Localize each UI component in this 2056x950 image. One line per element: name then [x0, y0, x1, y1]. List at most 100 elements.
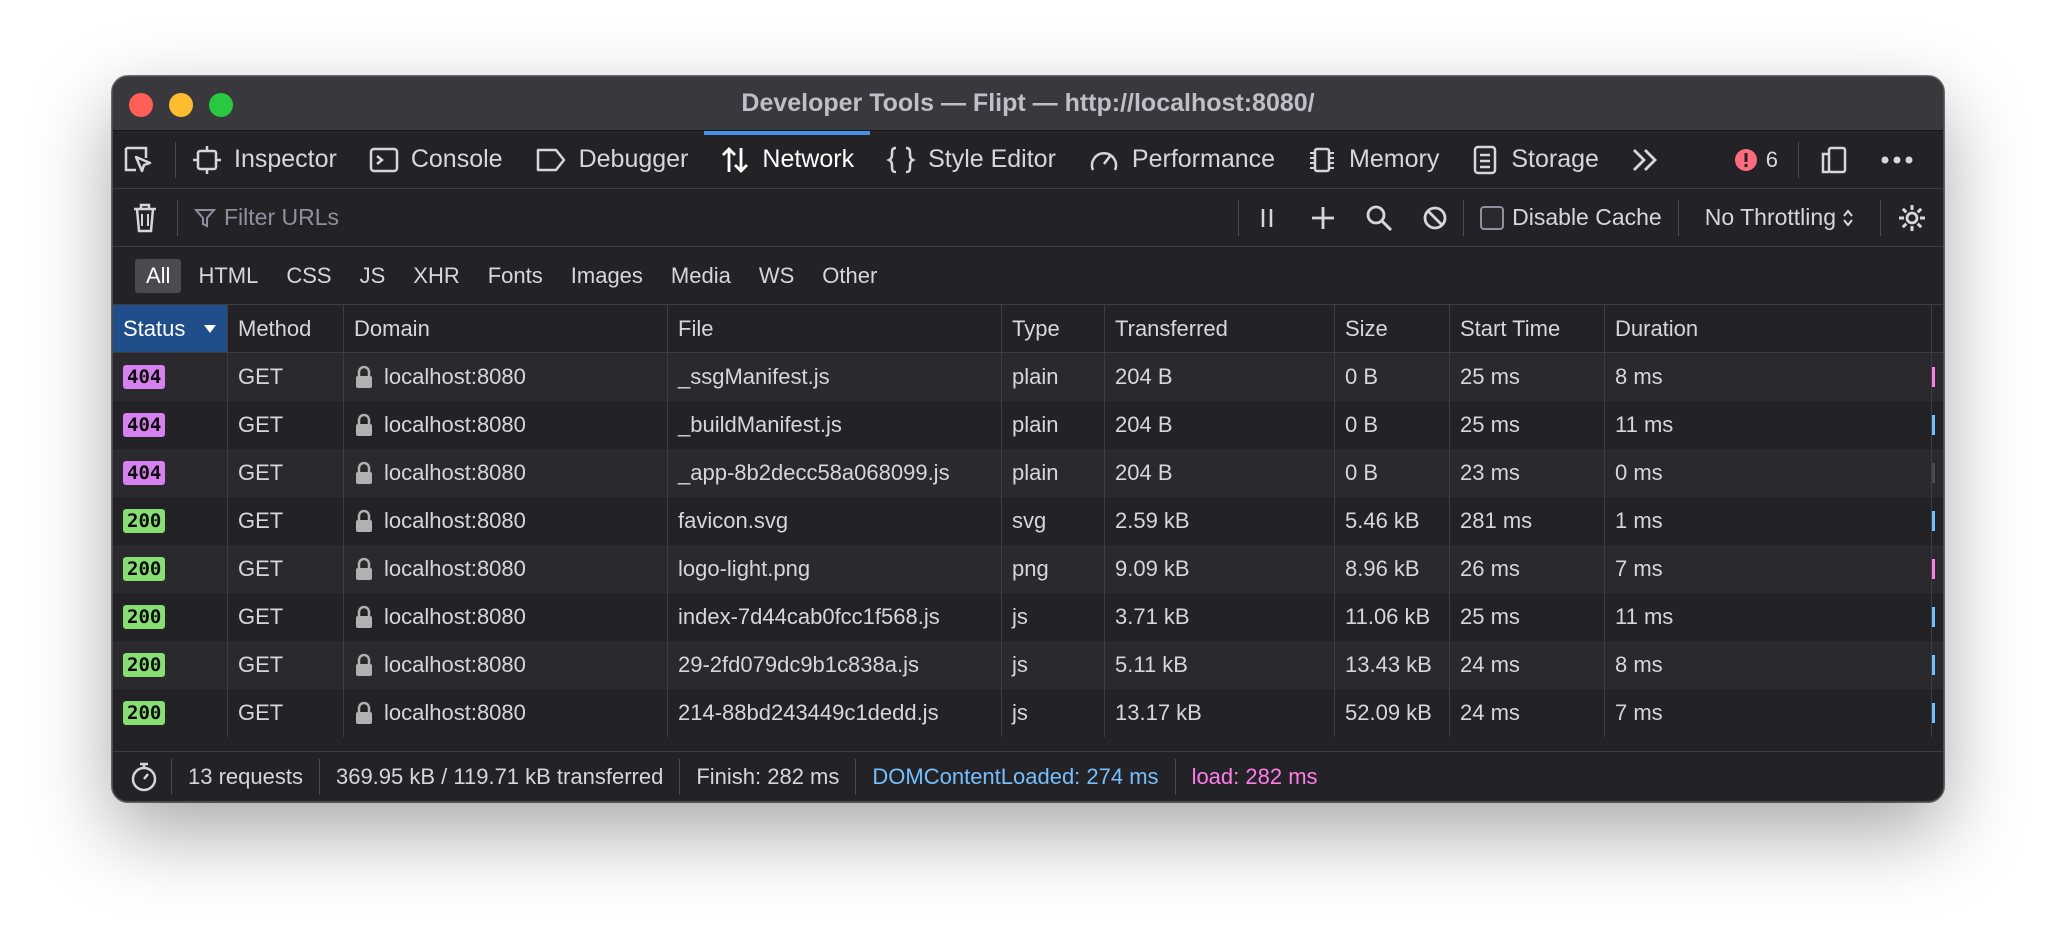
- tab-debugger[interactable]: Debugger: [519, 131, 705, 189]
- cell-domain: localhost:8080: [344, 689, 668, 737]
- traffic-lights: [129, 93, 233, 117]
- type-filter-fonts[interactable]: Fonts: [477, 259, 554, 293]
- domain-text: localhost:8080: [384, 460, 526, 485]
- cell-size: 0 B: [1335, 401, 1450, 449]
- block-requests-button[interactable]: [1407, 189, 1463, 247]
- table-row[interactable]: 200 GET localhost:8080 logo-light.png png 9.0…: [113, 545, 1943, 593]
- tab-performance[interactable]: Performance: [1072, 131, 1291, 189]
- cell-method: GET: [228, 545, 344, 593]
- cell-transferred: 5.11 kB: [1105, 641, 1335, 689]
- cell-status: 200: [113, 689, 228, 737]
- cell-method: GET: [228, 641, 344, 689]
- cell-transferred: 3.71 kB: [1105, 593, 1335, 641]
- table-row[interactable]: 200 GET localhost:8080 29-2fd079dc9b1c838a.…: [113, 641, 1943, 689]
- close-window-button[interactable]: [129, 93, 153, 117]
- type-filter-css[interactable]: CSS: [275, 259, 342, 293]
- cell-transferred: 204 B: [1105, 449, 1335, 497]
- cell-status: 200: [113, 545, 228, 593]
- type-filter-js[interactable]: JS: [349, 259, 397, 293]
- minimize-window-button[interactable]: [169, 93, 193, 117]
- cell-size: 0 B: [1335, 353, 1450, 401]
- tab-style-editor[interactable]: Style Editor: [870, 131, 1072, 189]
- cell-status: 404: [113, 353, 228, 401]
- cell-method: GET: [228, 449, 344, 497]
- network-status-bar: 13 requests 369.95 kB / 119.71 kB transf…: [113, 751, 1943, 801]
- throttling-value: No Throttling: [1704, 204, 1836, 230]
- column-header-domain[interactable]: Domain: [344, 305, 668, 352]
- waterfall-marker: [1932, 415, 1935, 435]
- table-row[interactable]: 200 GET localhost:8080 214-88bd243449c1dedd…: [113, 689, 1943, 737]
- element-picker-button[interactable]: [113, 131, 175, 189]
- search-button[interactable]: [1351, 189, 1407, 247]
- gear-icon: [1899, 204, 1925, 231]
- responsive-design-button[interactable]: [1799, 131, 1873, 189]
- disable-cache-toggle[interactable]: Disable Cache: [1464, 204, 1678, 231]
- window-title: Developer Tools — Flipt — http://localho…: [741, 89, 1315, 117]
- search-icon: [1366, 205, 1393, 231]
- table-row[interactable]: 200 GET localhost:8080 index-7d44cab0fcc1f5…: [113, 593, 1943, 641]
- cell-duration: 8 ms: [1605, 641, 1932, 689]
- type-filter-all[interactable]: All: [135, 258, 182, 293]
- table-row[interactable]: 200 GET localhost:8080 favicon.svg svg 2.59 k…: [113, 497, 1943, 545]
- tab-memory[interactable]: Memory: [1291, 131, 1455, 189]
- column-header-size[interactable]: Size: [1335, 305, 1450, 352]
- type-filter-images[interactable]: Images: [560, 259, 654, 293]
- load-time: load: 282 ms: [1191, 763, 1318, 789]
- table-row[interactable]: 404 GET localhost:8080 _app-8b2decc58a06809…: [113, 449, 1943, 497]
- block-icon: [1423, 206, 1447, 229]
- lock-icon: [356, 653, 372, 676]
- cell-start-time: 281 ms: [1450, 497, 1605, 545]
- table-row[interactable]: 404 GET localhost:8080 _ssgManifest.js plain…: [113, 353, 1943, 401]
- debugger-icon: [536, 148, 565, 171]
- cell-status: 200: [113, 593, 228, 641]
- column-header-duration[interactable]: Duration: [1605, 305, 1932, 352]
- more-tabs-button[interactable]: [1615, 131, 1687, 189]
- column-header-status[interactable]: Status: [113, 305, 228, 352]
- filter-urls-input[interactable]: Filter URLs: [178, 204, 1238, 231]
- cell-domain: localhost:8080: [344, 497, 668, 545]
- type-filter-media[interactable]: Media: [660, 259, 742, 293]
- memory-icon: [1310, 147, 1335, 172]
- lock-icon: [356, 413, 372, 436]
- column-header-start-time[interactable]: Start Time: [1450, 305, 1605, 352]
- disable-cache-checkbox[interactable]: [1480, 205, 1505, 230]
- storage-icon: [1474, 145, 1497, 174]
- finish-time: Finish: 282 ms: [680, 758, 857, 795]
- cell-file: index-7d44cab0fcc1f568.js: [668, 593, 1002, 641]
- cell-duration: 7 ms: [1605, 689, 1932, 737]
- type-filter-html[interactable]: HTML: [187, 259, 269, 293]
- tab-network[interactable]: Network: [704, 130, 870, 189]
- zoom-window-button[interactable]: [209, 93, 233, 117]
- cell-domain: localhost:8080: [344, 593, 668, 641]
- error-count-button[interactable]: 6: [1718, 131, 1798, 189]
- cell-method: GET: [228, 401, 344, 449]
- tab-storage[interactable]: Storage: [1455, 131, 1615, 189]
- lock-icon: [356, 557, 372, 580]
- throttling-select[interactable]: No Throttling: [1679, 204, 1880, 231]
- clear-requests-button[interactable]: [113, 189, 177, 247]
- cell-start-time: 26 ms: [1450, 545, 1605, 593]
- column-header-status-label: Status: [123, 315, 186, 341]
- tab-console[interactable]: Console: [353, 131, 519, 189]
- pause-button[interactable]: [1239, 189, 1295, 247]
- type-filter-xhr[interactable]: XHR: [402, 259, 470, 293]
- column-header-transferred[interactable]: Transferred: [1105, 305, 1335, 352]
- network-settings-button[interactable]: [1881, 189, 1943, 247]
- devtools-menu-button[interactable]: [1873, 131, 1943, 189]
- chevron-double-right-icon: [1632, 148, 1657, 171]
- tab-inspector[interactable]: Inspector: [176, 131, 353, 189]
- type-filter-ws[interactable]: WS: [748, 259, 805, 293]
- table-row[interactable]: 404 GET localhost:8080 _buildManifest.js pla…: [113, 401, 1943, 449]
- column-header-file[interactable]: File: [668, 305, 1002, 352]
- trash-icon: [134, 203, 156, 232]
- column-header-method[interactable]: Method: [228, 305, 344, 352]
- performance-analysis-button[interactable]: [113, 758, 172, 795]
- new-request-button[interactable]: [1295, 189, 1351, 247]
- domain-text: localhost:8080: [384, 700, 526, 725]
- tab-memory-label: Memory: [1349, 145, 1440, 173]
- cell-start-time: 25 ms: [1450, 401, 1605, 449]
- type-filter-other[interactable]: Other: [811, 259, 888, 293]
- column-header-type[interactable]: Type: [1002, 305, 1105, 352]
- performance-icon: [1090, 151, 1118, 170]
- select-arrows-icon: [1843, 208, 1853, 227]
